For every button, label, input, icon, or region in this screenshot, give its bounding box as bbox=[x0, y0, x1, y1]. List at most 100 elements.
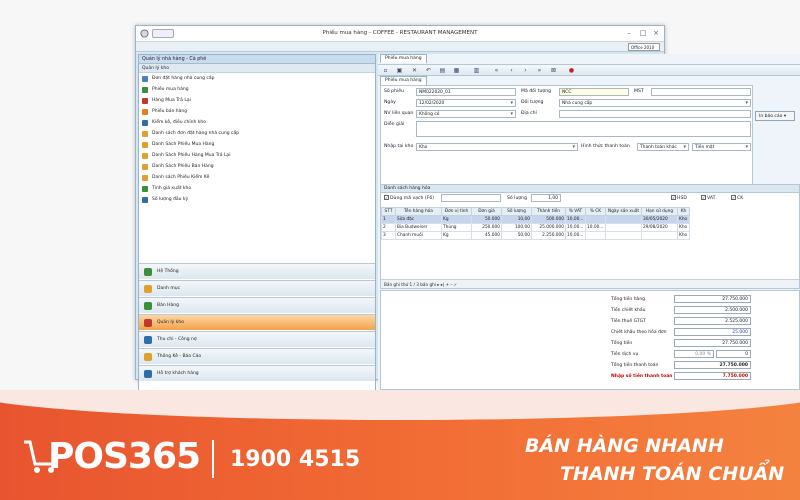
table-cell[interactable]: 45.000 bbox=[471, 231, 502, 240]
barcode-input[interactable] bbox=[441, 194, 501, 202]
vat-option[interactable]: ✓ VAT bbox=[701, 195, 715, 201]
minimize-button[interactable]: – bbox=[624, 28, 634, 39]
table-cell[interactable]: Kho bbox=[677, 231, 690, 240]
column-header[interactable]: Ngày sản xuất bbox=[605, 207, 642, 216]
table-cell[interactable]: 2 bbox=[381, 223, 396, 232]
table-cell[interactable]: 10,00... bbox=[565, 223, 586, 232]
table-cell[interactable]: Kho bbox=[677, 215, 690, 224]
new-icon[interactable]: ▫ bbox=[382, 67, 389, 74]
doi-tuong-select[interactable]: Nhà cung cấp bbox=[559, 99, 751, 107]
hinh-thuc-select[interactable]: Thanh toán khác bbox=[637, 143, 689, 151]
total-value[interactable]: 27.750.000 bbox=[674, 339, 751, 347]
table-cell[interactable]: 2.250.000 bbox=[531, 231, 566, 240]
table-row[interactable]: 3 Chanh muối Kg 45.000 50,00 2.250.000 10,00..… bbox=[381, 231, 690, 240]
save-icon[interactable]: ▣ bbox=[396, 67, 403, 74]
barcode-checkbox[interactable]: ✓ bbox=[384, 195, 389, 200]
vat-checkbox[interactable]: ✓ bbox=[701, 195, 706, 200]
table-cell[interactable] bbox=[585, 231, 606, 240]
table-cell[interactable] bbox=[605, 223, 642, 232]
service-percent[interactable]: 0,00 % bbox=[674, 350, 714, 358]
total-value[interactable]: 2.525.000 bbox=[674, 317, 751, 325]
maximize-button[interactable]: □ bbox=[638, 28, 648, 39]
table-row[interactable]: 2 Bia Budweiser Thùng 250.000 100,00 25.000.0… bbox=[381, 223, 690, 232]
table-cell[interactable]: 3 bbox=[381, 231, 396, 240]
total-value[interactable]: 25.000 bbox=[674, 328, 751, 336]
module-button[interactable]: Thống Kê - Báo Cáo bbox=[139, 348, 375, 364]
record-pager[interactable]: Bản ghi thứ 1 / 3 bản ghi ▸ ▸| + – ✓ bbox=[381, 279, 799, 288]
export-icon[interactable]: ▦ bbox=[453, 67, 460, 74]
column-header[interactable]: Thành tiền bbox=[531, 207, 566, 216]
table-cell[interactable]: Kho bbox=[677, 223, 690, 232]
total-value[interactable]: 0 bbox=[716, 350, 751, 358]
theme-select[interactable]: Office 2010 bbox=[628, 43, 660, 51]
table-cell[interactable]: Kg bbox=[441, 231, 472, 240]
sidebar-item[interactable]: Danh Sách Phiếu Mua Hàng bbox=[139, 139, 375, 150]
table-row[interactable]: 1 Sữa đặc Kg 50.000 10,00 500.000 10,00... 30/0… bbox=[381, 215, 690, 224]
module-button[interactable]: Hỗ trợ khách hàng bbox=[139, 365, 375, 381]
column-header[interactable]: Hạn sử dụng bbox=[641, 207, 678, 216]
column-header[interactable]: Đơn vị tính bbox=[441, 207, 472, 216]
table-cell[interactable] bbox=[605, 231, 642, 240]
table-cell[interactable]: Sữa đặc bbox=[395, 215, 442, 224]
table-cell[interactable]: 29/08/2020 bbox=[641, 223, 678, 232]
module-button[interactable]: Danh mục bbox=[139, 280, 375, 296]
module-button[interactable]: Hệ Thống bbox=[139, 263, 375, 279]
delete-icon[interactable]: ✕ bbox=[411, 67, 418, 74]
qty-input[interactable]: 1,00 bbox=[531, 194, 561, 202]
total-value[interactable]: 7.750.000 bbox=[674, 372, 751, 380]
table-cell[interactable]: 1 bbox=[381, 215, 396, 224]
sidebar-item[interactable]: Danh Sách Phiếu Bán Hàng bbox=[139, 161, 375, 172]
table-cell[interactable]: 25.000.000 bbox=[531, 223, 566, 232]
prev-record-icon[interactable]: ‹ bbox=[508, 67, 515, 74]
table-cell[interactable]: 10,00... bbox=[565, 231, 586, 240]
table-cell[interactable]: 50.000 bbox=[471, 215, 502, 224]
sidebar-item[interactable]: Phiếu bán hàng bbox=[139, 106, 375, 117]
sidebar-item[interactable]: Phiếu mua hàng bbox=[139, 84, 375, 95]
ck-checkbox[interactable]: ✓ bbox=[731, 195, 736, 200]
ma-doi-tuong-input[interactable]: NCC bbox=[559, 88, 629, 96]
print-report-button[interactable]: In báo cáo ▾ bbox=[755, 111, 795, 121]
table-cell[interactable]: Thùng bbox=[441, 223, 472, 232]
module-button[interactable]: Quản lý kho bbox=[139, 314, 375, 330]
table-cell[interactable] bbox=[641, 231, 678, 240]
mst-input[interactable] bbox=[651, 88, 751, 96]
column-header[interactable]: Số lượng bbox=[501, 207, 532, 216]
sidebar-item[interactable]: Danh Sách Phiếu Hàng Mua Trả Lại bbox=[139, 150, 375, 161]
undo-icon[interactable]: ↶ bbox=[425, 67, 432, 74]
table-cell[interactable]: Kg bbox=[441, 215, 472, 224]
column-header[interactable]: Đơn giá bbox=[471, 207, 502, 216]
total-value[interactable]: 27.750.000 bbox=[674, 361, 751, 369]
sidebar-item[interactable]: Số lượng đầu kỳ bbox=[139, 194, 375, 205]
hsd-option[interactable]: ✓ HSD bbox=[671, 195, 687, 201]
table-cell[interactable]: 10,00... bbox=[565, 215, 586, 224]
sidebar-item[interactable]: Danh sách Phiếu Kiểm Kê bbox=[139, 172, 375, 183]
table-cell[interactable]: 100,00 bbox=[501, 223, 532, 232]
so-phieu-input[interactable]: NM022020_01 bbox=[416, 88, 516, 96]
column-header[interactable]: % CK bbox=[585, 207, 606, 216]
table-cell[interactable]: 250.000 bbox=[471, 223, 502, 232]
first-record-icon[interactable]: « bbox=[493, 67, 500, 74]
column-header[interactable]: STT bbox=[381, 207, 396, 216]
table-cell[interactable]: 30/05/2020 bbox=[641, 215, 678, 224]
nv-lien-quan-select[interactable]: Không có bbox=[416, 110, 516, 118]
help-icon[interactable]: ● bbox=[568, 67, 575, 74]
tab-outer[interactable]: Phiếu mua hàng bbox=[380, 54, 427, 63]
copy-icon[interactable]: ▥ bbox=[473, 67, 480, 74]
tab-inner[interactable]: Phiếu mua hàng bbox=[380, 76, 427, 85]
sidebar-item[interactable]: Đơn đặt hàng nhà cung cấp bbox=[139, 73, 375, 84]
barcode-option[interactable]: ✓ Dùng mã vạch (F6) bbox=[384, 195, 434, 201]
table-cell[interactable]: 500.000 bbox=[531, 215, 566, 224]
sidebar-item[interactable]: Hàng Mua Trả Lại bbox=[139, 95, 375, 106]
module-button[interactable]: Bán Hàng bbox=[139, 297, 375, 313]
table-cell[interactable]: 50,00 bbox=[501, 231, 532, 240]
table-cell[interactable]: Bia Budweiser bbox=[395, 223, 442, 232]
total-value[interactable]: 2.500.000 bbox=[674, 306, 751, 314]
nhap-tai-kho-select[interactable]: Kho bbox=[416, 143, 578, 151]
column-header[interactable]: Tên hàng hóa bbox=[395, 207, 442, 216]
table-cell[interactable]: 10,00... bbox=[585, 223, 606, 232]
sidebar-item[interactable]: Tính giá xuất kho bbox=[139, 183, 375, 194]
dien-giai-textarea[interactable] bbox=[416, 121, 751, 137]
column-header[interactable]: % VAT bbox=[565, 207, 586, 216]
sidebar-item[interactable]: Danh sách đơn đặt hàng nhà cung cấp bbox=[139, 128, 375, 139]
dia-chi-input[interactable] bbox=[559, 110, 751, 118]
